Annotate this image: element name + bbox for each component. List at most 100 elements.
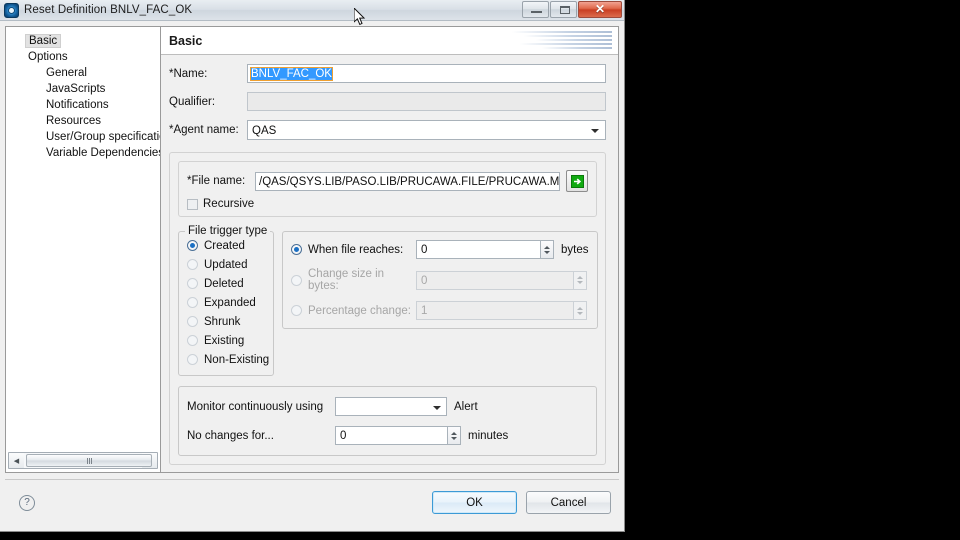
when-file-reaches-spin-buttons[interactable] (540, 240, 554, 259)
trigger-option-label: Non-Existing (204, 353, 270, 366)
size-option-label: Change size in bytes: (308, 268, 385, 292)
trigger-option-existing[interactable]: Existing (187, 331, 265, 350)
qualifier-input[interactable] (247, 92, 606, 111)
spin-up-icon[interactable] (577, 276, 583, 279)
header-banner-graphic (512, 31, 612, 51)
tree-item-basic[interactable]: Basic (6, 33, 160, 49)
radio-updated[interactable] (187, 259, 198, 270)
tree-item-variable-dependencies[interactable]: Variable Dependencies (6, 145, 160, 161)
trigger-option-expanded[interactable]: Expanded (187, 293, 265, 312)
trigger-option-label: Shrunk (204, 315, 241, 328)
radio-expanded[interactable] (187, 297, 198, 308)
scroll-left-arrow-icon[interactable]: ◀ (9, 453, 24, 468)
file-trigger-type-fieldset: File trigger type Created Updated Delete… (178, 225, 274, 376)
name-input[interactable]: BNLV_FAC_OK (247, 64, 606, 83)
radio-shrunk[interactable] (187, 316, 198, 327)
name-input-value: BNLV_FAC_OK (250, 67, 333, 81)
spin-up-icon[interactable] (451, 431, 457, 435)
close-button[interactable]: ✕ (578, 1, 622, 18)
file-name-row: *File name: /QAS/QSYS.LIB/PASO.LIB/PRUCA… (187, 170, 588, 192)
size-option-percentage-change[interactable]: Percentage change: 1 (291, 301, 589, 320)
when-file-reaches-stepper[interactable]: 0 (416, 240, 554, 259)
navigation-tree[interactable]: Basic Options General JavaScripts Notifi (6, 27, 160, 452)
no-changes-spin-buttons[interactable] (447, 426, 461, 445)
maximize-button[interactable] (550, 1, 577, 18)
size-option-change-size-in-bytes[interactable]: Change size in bytes: 0 (291, 268, 589, 292)
trigger-option-label: Created (204, 239, 245, 252)
help-icon[interactable]: ? (19, 494, 35, 511)
change-size-input[interactable]: 0 (416, 270, 573, 290)
tree-item-label: Variable Dependencies (46, 147, 160, 159)
size-condition-fieldset: When file reaches: 0 bytes Change size i… (282, 231, 598, 329)
trigger-option-shrunk[interactable]: Shrunk (187, 312, 265, 331)
name-row: *Name: BNLV_FAC_OK (169, 64, 606, 83)
agent-name-label: *Agent name: (169, 124, 239, 136)
agent-name-dropdown[interactable]: QAS (247, 120, 606, 140)
ok-button[interactable]: OK (432, 491, 517, 514)
footer-buttons: OK Cancel (432, 491, 611, 514)
grip-line (90, 457, 92, 464)
trigger-option-label: Existing (204, 334, 245, 347)
radio-deleted[interactable] (187, 278, 198, 289)
spin-down-icon[interactable] (544, 250, 550, 254)
when-file-reaches-input[interactable]: 0 (416, 240, 540, 259)
tree-item-label: Basic (25, 34, 62, 48)
radio-created[interactable] (187, 240, 198, 251)
browse-file-button[interactable] (566, 170, 588, 192)
radio-percentage-change[interactable] (291, 305, 302, 316)
percentage-change-spin-buttons[interactable] (573, 301, 587, 320)
scrollbar-track[interactable] (24, 453, 152, 468)
tree-horizontal-scrollbar[interactable]: ◀ ▶ (8, 452, 158, 469)
name-label: *Name: (169, 67, 208, 80)
qualifier-label: Qualifier: (169, 95, 216, 108)
tree-item-label: User/Group specificatio (46, 131, 160, 143)
radio-when-file-reaches[interactable] (291, 244, 302, 255)
dialog-footer: ? OK Cancel (5, 479, 619, 525)
size-option-when-file-reaches[interactable]: When file reaches: 0 bytes (291, 240, 589, 259)
qualifier-row: Qualifier: (169, 92, 606, 111)
trigger-option-label: Updated (204, 258, 248, 271)
no-changes-stepper[interactable]: 0 (335, 426, 461, 445)
cancel-button[interactable]: Cancel (526, 491, 611, 514)
change-size-stepper[interactable]: 0 (416, 270, 587, 290)
file-trigger-type-group: File trigger type Created Updated Delete… (178, 225, 274, 376)
no-changes-input[interactable]: 0 (335, 426, 447, 445)
radio-non-existing[interactable] (187, 354, 198, 365)
radio-existing[interactable] (187, 335, 198, 346)
tree-item-notifications[interactable]: Notifications (6, 97, 160, 113)
trigger-option-label: Deleted (204, 277, 244, 290)
alert-label: Alert (454, 400, 478, 413)
recursive-row: Recursive (187, 198, 588, 210)
screen-root: Reset Definition BNLV_FAC_OK ✕ Basic Opt… (0, 0, 960, 540)
tree-item-javascripts[interactable]: JavaScripts (6, 81, 160, 97)
trigger-option-created[interactable]: Created (187, 236, 265, 255)
tree-item-user-group-specification[interactable]: User/Group specificatio (6, 129, 160, 145)
spin-up-icon[interactable] (544, 245, 550, 249)
tree-item-label: Resources (46, 115, 101, 127)
change-size-spin-buttons[interactable] (573, 270, 587, 290)
percentage-change-input[interactable]: 1 (416, 301, 573, 320)
spin-down-icon[interactable] (451, 436, 457, 440)
tree-item-options[interactable]: Options (6, 49, 160, 65)
window-title: Reset Definition BNLV_FAC_OK (24, 4, 193, 16)
monitor-continuously-label: Monitor continuously using (187, 400, 324, 413)
tree-item-resources[interactable]: Resources (6, 113, 160, 129)
trigger-section: File trigger type Created Updated Delete… (178, 225, 598, 376)
radio-change-size-in-bytes[interactable] (291, 274, 302, 286)
spin-down-icon[interactable] (577, 281, 583, 284)
tree-item-general[interactable]: General (6, 65, 160, 81)
trigger-option-non-existing[interactable]: Non-Existing (187, 350, 269, 369)
trigger-option-deleted[interactable]: Deleted (187, 274, 265, 293)
spin-down-icon[interactable] (577, 311, 583, 315)
monitor-group: Monitor continuously using Alert No chan… (178, 386, 597, 456)
percentage-change-stepper[interactable]: 1 (416, 301, 587, 320)
recursive-checkbox[interactable] (187, 198, 198, 210)
monitor-alert-dropdown[interactable] (335, 397, 447, 416)
minimize-icon (531, 11, 542, 13)
minimize-button[interactable] (522, 1, 549, 18)
trigger-option-updated[interactable]: Updated (187, 255, 265, 274)
size-option-label: Percentage change: (308, 304, 411, 317)
file-name-input[interactable]: /QAS/QSYS.LIB/PASO.LIB/PRUCAWA.FILE/PRUC… (255, 171, 560, 191)
scrollbar-thumb[interactable] (26, 454, 152, 467)
spin-up-icon[interactable] (577, 306, 583, 310)
